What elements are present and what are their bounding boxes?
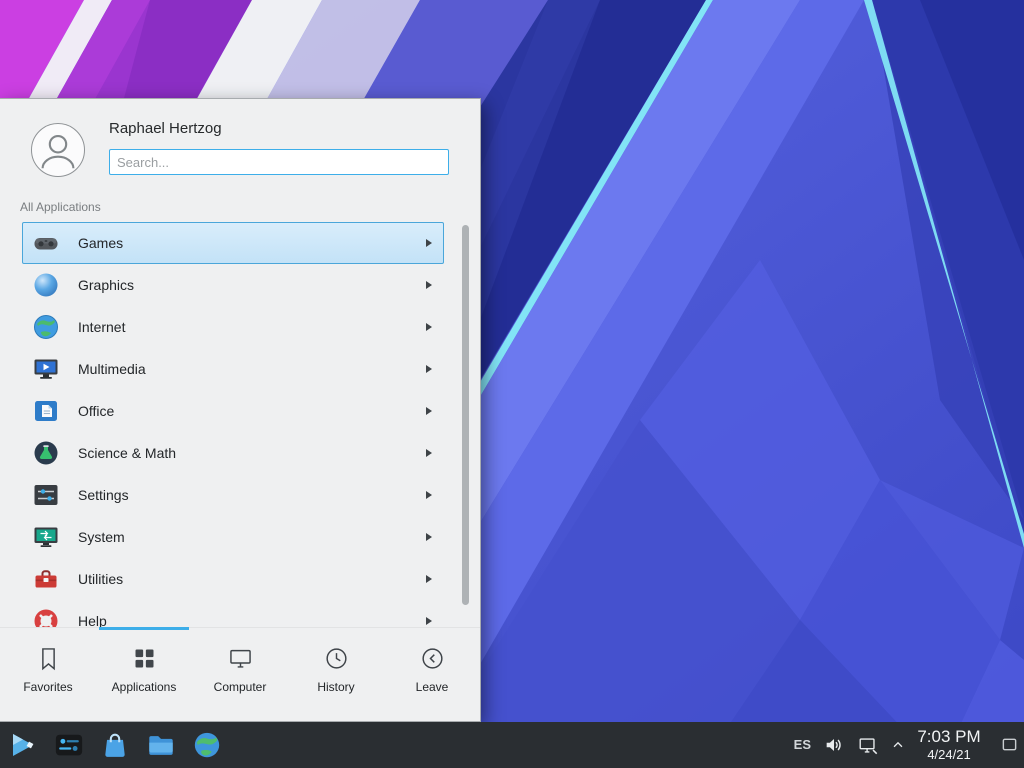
category-list-scrollbar[interactable] <box>462 225 469 605</box>
kickoff-launcher-button[interactable] <box>2 724 44 766</box>
taskbar-app-browser[interactable] <box>186 724 228 766</box>
category-multimedia[interactable]: Multimedia <box>22 348 444 390</box>
web-globe-icon <box>192 730 222 760</box>
tab-label: Computer <box>214 680 267 694</box>
globe-icon <box>32 313 60 341</box>
app-grid-icon <box>131 645 158 672</box>
category-help[interactable]: Help <box>22 600 444 629</box>
launcher-tabbar: Favorites Applications Computer History <box>0 627 480 721</box>
tab-label: History <box>317 680 354 694</box>
category-utilities[interactable]: Utilities <box>22 558 444 600</box>
taskbar-app-discover[interactable] <box>94 724 136 766</box>
tab-applications[interactable]: Applications <box>96 628 192 721</box>
tab-computer[interactable]: Computer <box>192 628 288 721</box>
computer-icon <box>227 645 254 672</box>
volume-icon[interactable] <box>823 734 845 756</box>
tab-label: Leave <box>416 680 449 694</box>
utilities-icon <box>32 565 60 593</box>
submenu-arrow-icon <box>426 449 432 457</box>
category-office[interactable]: Office <box>22 390 444 432</box>
taskbar: ES 7:03 PM 4/24/21 <box>0 722 1024 768</box>
submenu-arrow-icon <box>426 281 432 289</box>
tray-expander-icon[interactable] <box>891 738 905 752</box>
submenu-arrow-icon <box>426 575 432 583</box>
clock-time: 7:03 PM <box>917 728 981 747</box>
settings-icon <box>32 481 60 509</box>
terminal-icon <box>54 730 84 760</box>
category-science-math[interactable]: Science & Math <box>22 432 444 474</box>
category-label: Games <box>78 235 123 251</box>
tab-label: Applications <box>112 680 177 694</box>
user-avatar[interactable] <box>31 123 85 177</box>
category-list: Games Graphics Internet Multimedia <box>22 222 444 629</box>
keyboard-layout-indicator[interactable]: ES <box>794 737 811 752</box>
submenu-arrow-icon <box>426 533 432 541</box>
discover-icon <box>100 730 130 760</box>
search-input[interactable] <box>109 149 449 175</box>
gamepad-icon <box>32 229 60 257</box>
system-tray: ES 7:03 PM 4/24/21 <box>794 728 1018 763</box>
science-icon <box>32 439 60 467</box>
category-settings[interactable]: Settings <box>22 474 444 516</box>
category-graphics[interactable]: Graphics <box>22 264 444 306</box>
taskbar-app-terminal[interactable] <box>48 724 90 766</box>
submenu-arrow-icon <box>426 365 432 373</box>
category-label: System <box>78 529 125 545</box>
section-label: All Applications <box>20 200 101 214</box>
graphics-orb-icon <box>32 271 60 299</box>
category-label: Graphics <box>78 277 134 293</box>
application-launcher: Raphael Hertzog All Applications Games G… <box>0 98 481 722</box>
tab-history[interactable]: History <box>288 628 384 721</box>
clock-date: 4/24/21 <box>917 748 981 762</box>
multimedia-icon <box>32 355 60 383</box>
show-desktop-button[interactable] <box>1001 736 1018 753</box>
office-icon <box>32 397 60 425</box>
category-games[interactable]: Games <box>22 222 444 264</box>
category-label: Office <box>78 403 114 419</box>
tab-favorites[interactable]: Favorites <box>0 628 96 721</box>
submenu-arrow-icon <box>426 617 432 625</box>
category-internet[interactable]: Internet <box>22 306 444 348</box>
submenu-arrow-icon <box>426 491 432 499</box>
taskbar-apps <box>2 724 228 766</box>
user-icon <box>32 124 84 176</box>
tab-label: Favorites <box>23 680 72 694</box>
submenu-arrow-icon <box>426 323 432 331</box>
category-label: Settings <box>78 487 129 503</box>
category-label: Science & Math <box>78 445 176 461</box>
category-label: Internet <box>78 319 125 335</box>
user-name: Raphael Hertzog <box>109 120 222 137</box>
leave-icon <box>419 645 446 672</box>
active-tab-indicator <box>99 627 189 630</box>
kickoff-icon <box>8 730 38 760</box>
network-icon[interactable] <box>857 734 879 756</box>
system-icon <box>32 523 60 551</box>
tab-leave[interactable]: Leave <box>384 628 480 721</box>
help-icon <box>32 607 60 629</box>
submenu-arrow-icon <box>426 407 432 415</box>
taskbar-app-files[interactable] <box>140 724 182 766</box>
category-label: Multimedia <box>78 361 146 377</box>
category-label: Utilities <box>78 571 123 587</box>
history-clock-icon <box>323 645 350 672</box>
category-system[interactable]: System <box>22 516 444 558</box>
submenu-arrow-icon <box>426 239 432 247</box>
bookmark-icon <box>35 645 62 672</box>
folder-icon <box>146 730 176 760</box>
clock[interactable]: 7:03 PM 4/24/21 <box>917 728 981 763</box>
